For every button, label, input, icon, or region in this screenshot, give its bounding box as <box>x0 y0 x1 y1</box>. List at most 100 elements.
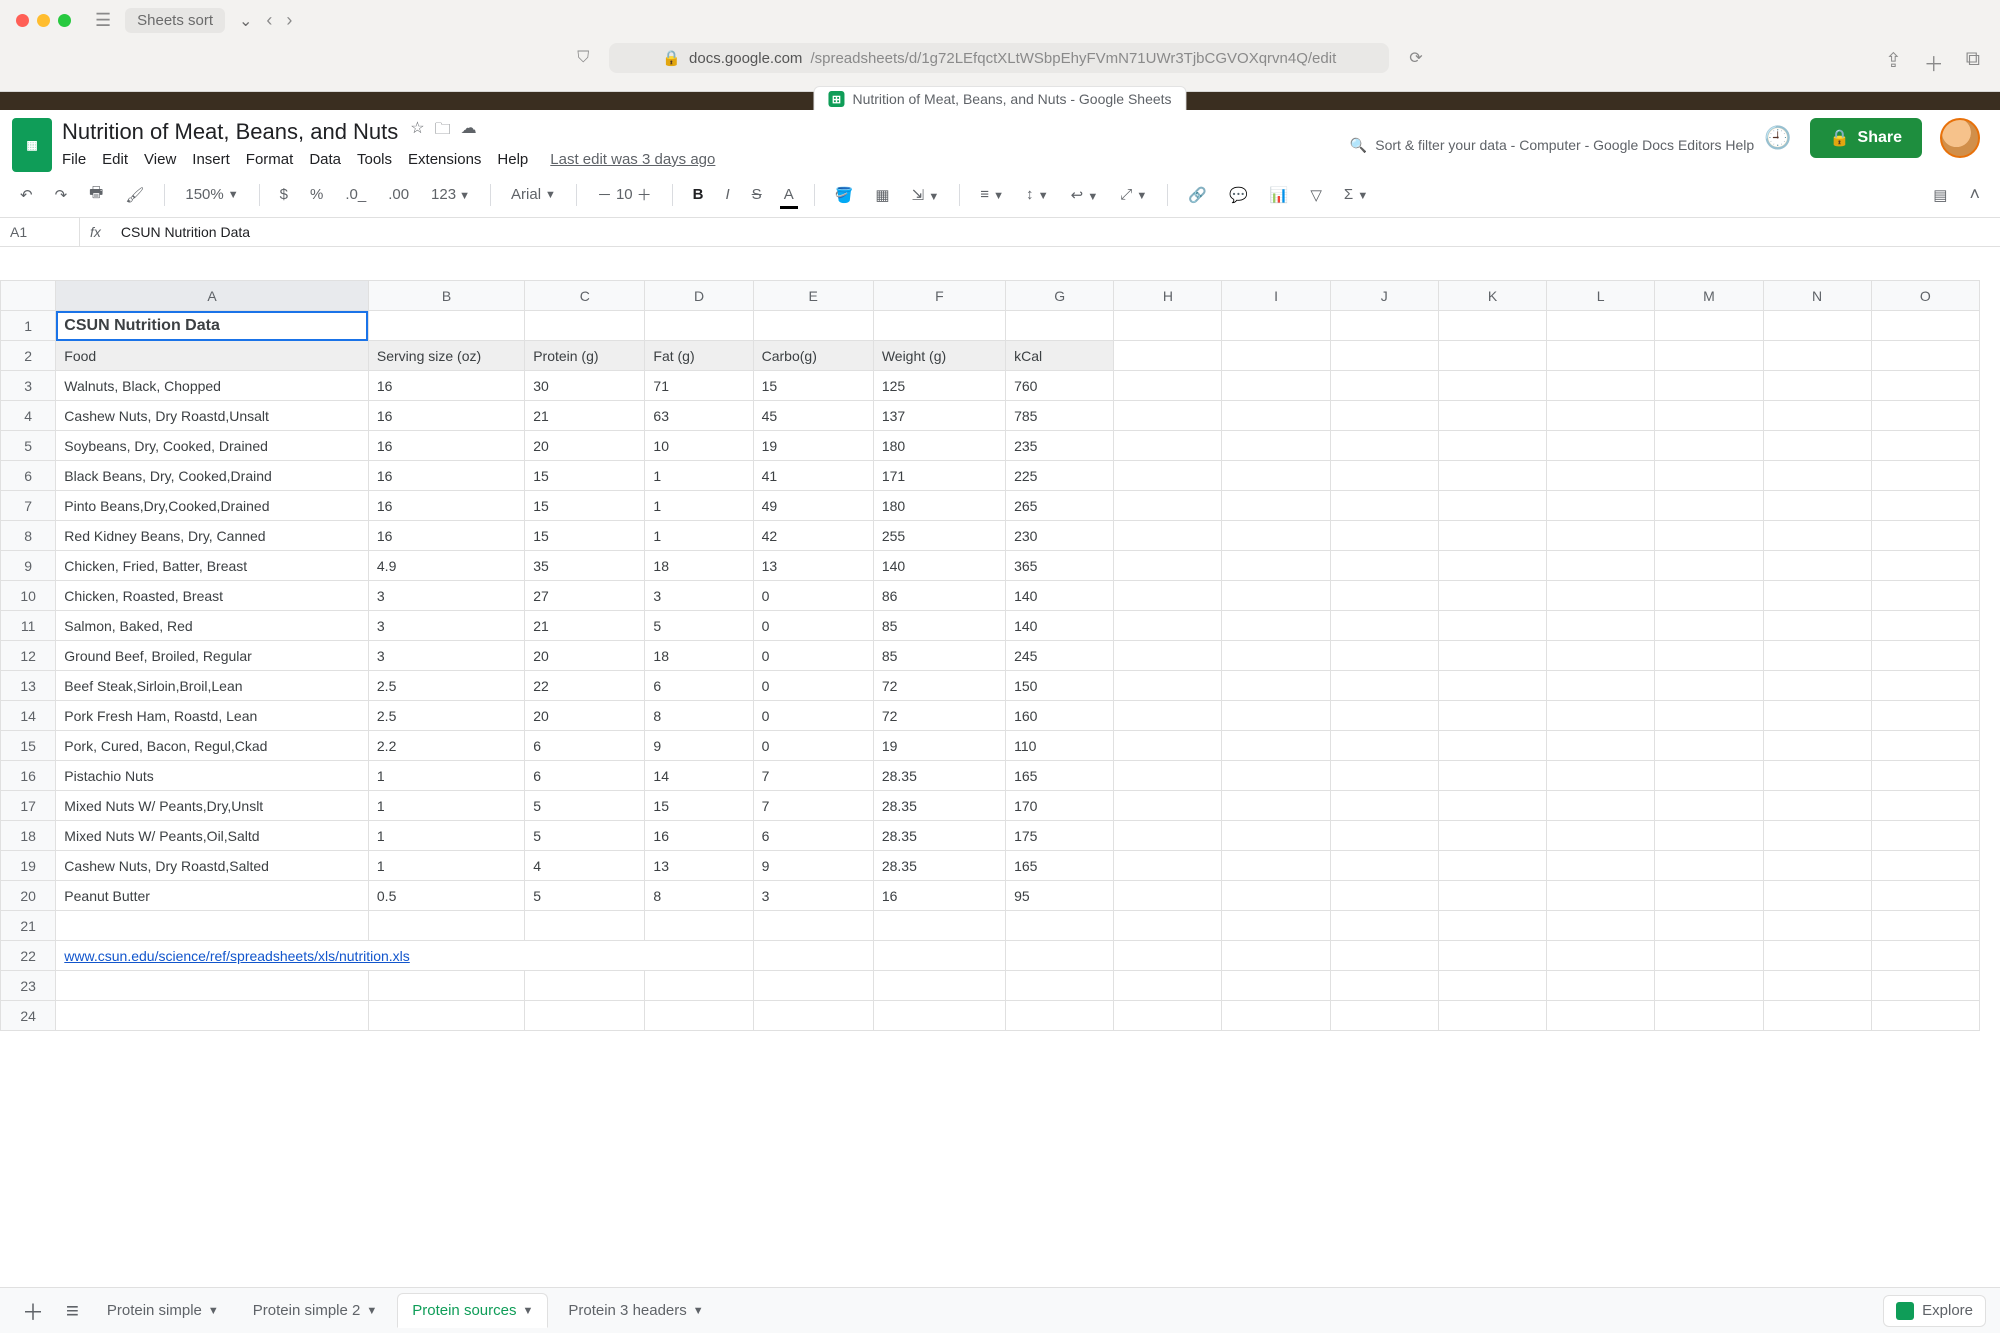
cell[interactable] <box>1438 851 1546 881</box>
help-search-result[interactable]: 🔍 Sort & filter your data - Computer - G… <box>1350 137 1754 154</box>
cell[interactable] <box>753 971 873 1001</box>
cell[interactable]: 171 <box>873 461 1005 491</box>
cell[interactable] <box>1330 491 1438 521</box>
cell[interactable] <box>1330 761 1438 791</box>
column-header-A[interactable]: A <box>56 281 369 311</box>
sheets-logo-icon[interactable]: ▦ <box>12 118 52 172</box>
cell[interactable] <box>1222 821 1330 851</box>
cell[interactable]: 785 <box>1006 401 1114 431</box>
sheet-tab-menu-icon[interactable]: ▼ <box>366 1305 377 1317</box>
cell[interactable] <box>1547 821 1655 851</box>
cell[interactable] <box>1114 761 1222 791</box>
row-header-15[interactable]: 15 <box>1 731 56 761</box>
cell[interactable] <box>1763 881 1871 911</box>
cell[interactable]: 170 <box>1006 791 1114 821</box>
row-header-19[interactable]: 19 <box>1 851 56 881</box>
cell[interactable]: 5 <box>525 881 645 911</box>
cell[interactable]: 72 <box>873 701 1005 731</box>
cell[interactable] <box>1114 371 1222 401</box>
cell[interactable] <box>1655 851 1763 881</box>
cell[interactable]: 95 <box>1006 881 1114 911</box>
cell[interactable]: 41 <box>753 461 873 491</box>
cell[interactable]: 18 <box>645 551 753 581</box>
menu-help[interactable]: Help <box>497 151 528 168</box>
cell[interactable] <box>1114 941 1222 971</box>
cell-food[interactable]: Chicken, Fried, Batter, Breast <box>56 551 369 581</box>
cell[interactable]: 255 <box>873 521 1005 551</box>
row-header-3[interactable]: 3 <box>1 371 56 401</box>
cell[interactable] <box>56 1001 369 1031</box>
cell[interactable] <box>1871 641 1979 671</box>
cell[interactable]: 16 <box>368 461 524 491</box>
cell[interactable]: 0 <box>753 671 873 701</box>
cell[interactable] <box>1655 641 1763 671</box>
cell-header[interactable]: kCal <box>1006 341 1114 371</box>
cell[interactable]: 225 <box>1006 461 1114 491</box>
column-header-I[interactable]: I <box>1222 281 1330 311</box>
cell[interactable] <box>1547 371 1655 401</box>
cell[interactable] <box>1655 941 1763 971</box>
cell[interactable]: 8 <box>645 881 753 911</box>
cell[interactable]: 16 <box>645 821 753 851</box>
column-header-J[interactable]: J <box>1330 281 1438 311</box>
cell[interactable] <box>1222 761 1330 791</box>
cell-food[interactable]: Mixed Nuts W/ Peants,Dry,Unslt <box>56 791 369 821</box>
cell[interactable] <box>1222 1001 1330 1031</box>
cell[interactable] <box>873 971 1005 1001</box>
cell[interactable] <box>1763 551 1871 581</box>
cell[interactable] <box>1871 581 1979 611</box>
cell[interactable] <box>645 311 753 341</box>
cell[interactable]: 3 <box>753 881 873 911</box>
cell[interactable] <box>1114 641 1222 671</box>
redo-icon[interactable]: ↷ <box>49 182 74 208</box>
cell[interactable] <box>645 1001 753 1031</box>
cell[interactable] <box>1547 641 1655 671</box>
cell[interactable] <box>1655 461 1763 491</box>
cell[interactable] <box>1222 431 1330 461</box>
cell[interactable] <box>56 911 369 941</box>
cell[interactable] <box>1438 611 1546 641</box>
cell[interactable] <box>1114 521 1222 551</box>
cell[interactable] <box>1763 521 1871 551</box>
row-header-2[interactable]: 2 <box>1 341 56 371</box>
cell[interactable]: 19 <box>873 731 1005 761</box>
cell[interactable] <box>1438 401 1546 431</box>
menu-insert[interactable]: Insert <box>192 151 230 168</box>
cell[interactable]: 265 <box>1006 491 1114 521</box>
cell[interactable]: 16 <box>873 881 1005 911</box>
cell-link[interactable]: www.csun.edu/science/ref/spreadsheets/xl… <box>56 941 753 971</box>
cell[interactable] <box>1222 701 1330 731</box>
cell[interactable]: 10 <box>645 431 753 461</box>
cell[interactable] <box>1763 971 1871 1001</box>
back-button-icon[interactable]: ‹ <box>266 10 272 31</box>
sheet-tab-menu-icon[interactable]: ▼ <box>208 1305 219 1317</box>
spreadsheet-grid[interactable]: ABCDEFGHIJKLMNO1CSUN Nutrition Data2Food… <box>0 280 2000 1287</box>
cell[interactable] <box>1763 401 1871 431</box>
cell[interactable]: 27 <box>525 581 645 611</box>
cell[interactable]: 28.35 <box>873 851 1005 881</box>
window-traffic-lights[interactable] <box>16 14 71 27</box>
row-header-8[interactable]: 8 <box>1 521 56 551</box>
cell[interactable] <box>1330 791 1438 821</box>
cell[interactable] <box>1763 911 1871 941</box>
cell[interactable]: 137 <box>873 401 1005 431</box>
cell[interactable]: 8 <box>645 701 753 731</box>
column-header-D[interactable]: D <box>645 281 753 311</box>
cell[interactable] <box>1222 911 1330 941</box>
name-box[interactable]: A1 <box>0 218 80 246</box>
cell[interactable]: 28.35 <box>873 791 1005 821</box>
document-title[interactable]: Nutrition of Meat, Beans, and Nuts <box>62 119 398 145</box>
cell[interactable]: 3 <box>368 611 524 641</box>
all-sheets-icon[interactable]: ≡ <box>58 1294 87 1328</box>
cell[interactable] <box>1763 581 1871 611</box>
cell[interactable] <box>1438 791 1546 821</box>
browser-tab[interactable]: ⊞ Nutrition of Meat, Beans, and Nuts - G… <box>813 86 1186 111</box>
insert-link-icon[interactable]: 🔗 <box>1182 182 1213 208</box>
cell[interactable] <box>1655 611 1763 641</box>
cell[interactable]: 6 <box>525 731 645 761</box>
cell[interactable] <box>1655 881 1763 911</box>
cell[interactable] <box>1438 911 1546 941</box>
cell[interactable] <box>1330 1001 1438 1031</box>
cell[interactable] <box>368 971 524 1001</box>
strikethrough-icon[interactable]: S <box>746 182 768 207</box>
